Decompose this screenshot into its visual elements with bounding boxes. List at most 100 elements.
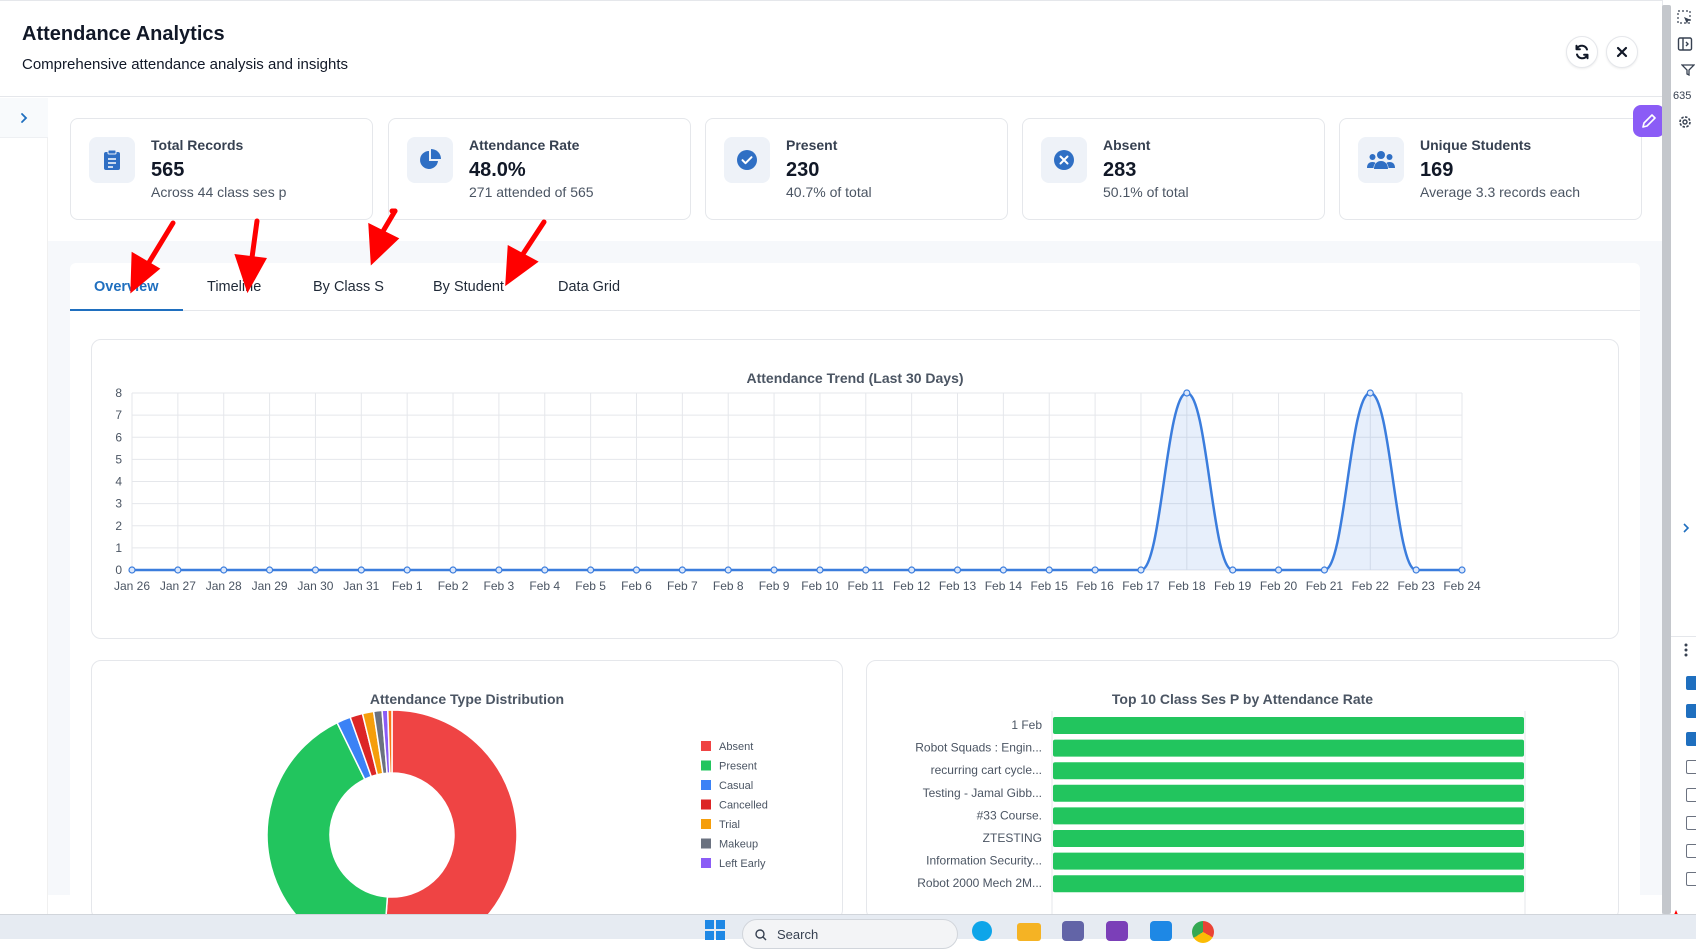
column-checkbox[interactable] [1686, 704, 1696, 718]
vertical-scrollbar[interactable] [1662, 5, 1671, 914]
stat-value: 169 [1420, 159, 1454, 181]
chevron-right-icon [21, 112, 28, 123]
column-checkbox[interactable] [1686, 676, 1696, 690]
y-tick-label: 0 [115, 563, 122, 577]
filter-icon[interactable] [1681, 64, 1695, 76]
legend-label: Cancelled [719, 800, 768, 812]
chrome-icon[interactable] [1192, 921, 1214, 943]
attendance-trend-chart: 0 1 2 3 4 5 6 7 8 Jan 26 Jan 27 Jan 28 Jan 29 Jan 30 J… [114, 386, 1481, 593]
refresh-button[interactable] [1566, 36, 1598, 68]
legend-label: Casual [719, 780, 753, 792]
bar [1053, 784, 1524, 802]
column-checkbox[interactable] [1686, 816, 1696, 830]
x-tick-label: Feb 11 [848, 579, 885, 593]
tab-overview[interactable]: Overview [70, 263, 183, 311]
data-point [770, 566, 778, 574]
y-tick-label: ZTESTING [983, 831, 1042, 845]
edit-fab-button[interactable] [1633, 105, 1665, 137]
x-tick-label: Feb 18 [1168, 579, 1206, 593]
data-point [953, 566, 962, 574]
data-point [1137, 566, 1145, 574]
legend-label: Present [719, 761, 757, 773]
legend-label: Left Early [719, 858, 766, 870]
chevron-right-icon[interactable] [1681, 522, 1691, 534]
column-checkbox[interactable] [1686, 788, 1696, 802]
select-cursor-icon[interactable] [1677, 10, 1693, 26]
y-tick-label: Information Security... [926, 854, 1042, 868]
expand-sidebar-button[interactable] [0, 98, 48, 138]
x-tick-label: Feb 10 [801, 579, 839, 593]
stat-label: Absent [1103, 137, 1151, 153]
page-header: Attendance Analytics Comprehensive atten… [0, 5, 1662, 97]
x-tick-label: Feb 19 [1214, 579, 1252, 593]
column-checkbox[interactable] [1686, 872, 1696, 886]
gear-icon[interactable] [1677, 114, 1693, 130]
stat-subtext: 50.1% of total [1103, 184, 1189, 200]
stat-card-absent: Absent 283 50.1% of total [1022, 118, 1325, 220]
x-tick-label: Feb 4 [529, 579, 560, 593]
x-tick-label: Jan 31 [343, 579, 379, 593]
x-tick-label: Feb 16 [1076, 579, 1114, 593]
data-point [862, 566, 870, 574]
data-point [724, 566, 732, 574]
x-tick-label: Feb 14 [985, 579, 1023, 593]
legend-swatch [701, 741, 711, 751]
close-icon [1616, 46, 1628, 58]
legend-label: Trial [719, 819, 740, 831]
data-point [1229, 566, 1237, 574]
tab-by-student[interactable]: By Student [409, 263, 528, 311]
y-tick-label: 1 Feb [1011, 718, 1042, 732]
y-tick-label: recurring cart cycle... [931, 763, 1042, 777]
x-tick-label: Feb 1 [392, 579, 423, 593]
page-title: Attendance Analytics [22, 23, 225, 45]
refresh-icon [1575, 44, 1589, 60]
column-checkbox[interactable] [1686, 732, 1696, 746]
windows-start-icon[interactable] [704, 919, 726, 941]
x-tick-label: Feb 9 [759, 579, 790, 593]
x-tick-label: Feb 21 [1306, 579, 1344, 593]
legend-swatch [701, 799, 711, 810]
stat-label: Total Records [151, 137, 244, 153]
tab-by-class[interactable]: By Class S [289, 263, 408, 311]
x-tick-label: Jan 29 [252, 579, 288, 593]
top-classes-card: Top 10 Class Ses P by Attendance Rate 1 … [866, 660, 1619, 920]
legend-swatch [701, 760, 711, 771]
side-counter: 635 [1673, 90, 1692, 102]
panel-toggle-icon[interactable] [1677, 36, 1693, 52]
visual-studio-icon[interactable] [1106, 921, 1128, 941]
tab-timeline[interactable]: Timeline [183, 263, 285, 311]
legend-label: Absent [719, 741, 753, 753]
x-tick-label: Feb 5 [575, 579, 606, 593]
legend-swatch [701, 780, 711, 790]
data-point [1045, 566, 1053, 574]
folder-icon[interactable] [1017, 923, 1041, 941]
x-tick-label: Feb 3 [484, 579, 515, 593]
y-tick-label: 1 [115, 541, 122, 555]
tab-data-grid[interactable]: Data Grid [534, 263, 644, 311]
bar [1053, 717, 1524, 734]
close-button[interactable] [1606, 36, 1638, 68]
x-tick-label: Feb 24 [1443, 579, 1481, 593]
teams-icon[interactable] [1062, 921, 1084, 941]
stat-card-total-records: Total Records 565 Across 44 class ses p [70, 118, 373, 220]
y-tick-label: #33 Course. [977, 808, 1042, 822]
data-point [311, 566, 320, 574]
column-checkbox[interactable] [1686, 844, 1696, 858]
more-vertical-icon[interactable] [1683, 642, 1689, 658]
bar [1053, 739, 1524, 757]
pencil-icon [1642, 114, 1656, 128]
column-checkbox[interactable] [1686, 760, 1696, 774]
y-tick-label: 3 [115, 497, 122, 511]
data-point [357, 566, 365, 574]
bar [1053, 852, 1524, 870]
x-tick-label: Feb 8 [713, 579, 744, 593]
data-point [220, 566, 228, 574]
tabs-panel: Overview Timeline By Class S By Student … [70, 263, 1640, 920]
tab-bar: Overview Timeline By Class S By Student … [70, 263, 1640, 311]
vscode-icon[interactable] [1150, 921, 1172, 941]
taskbar-search[interactable]: Search [742, 919, 958, 949]
edge-icon[interactable] [972, 921, 992, 941]
pie-chart-icon [420, 149, 441, 169]
stat-subtext: Average 3.3 records each [1420, 184, 1581, 200]
data-point [1412, 566, 1420, 574]
